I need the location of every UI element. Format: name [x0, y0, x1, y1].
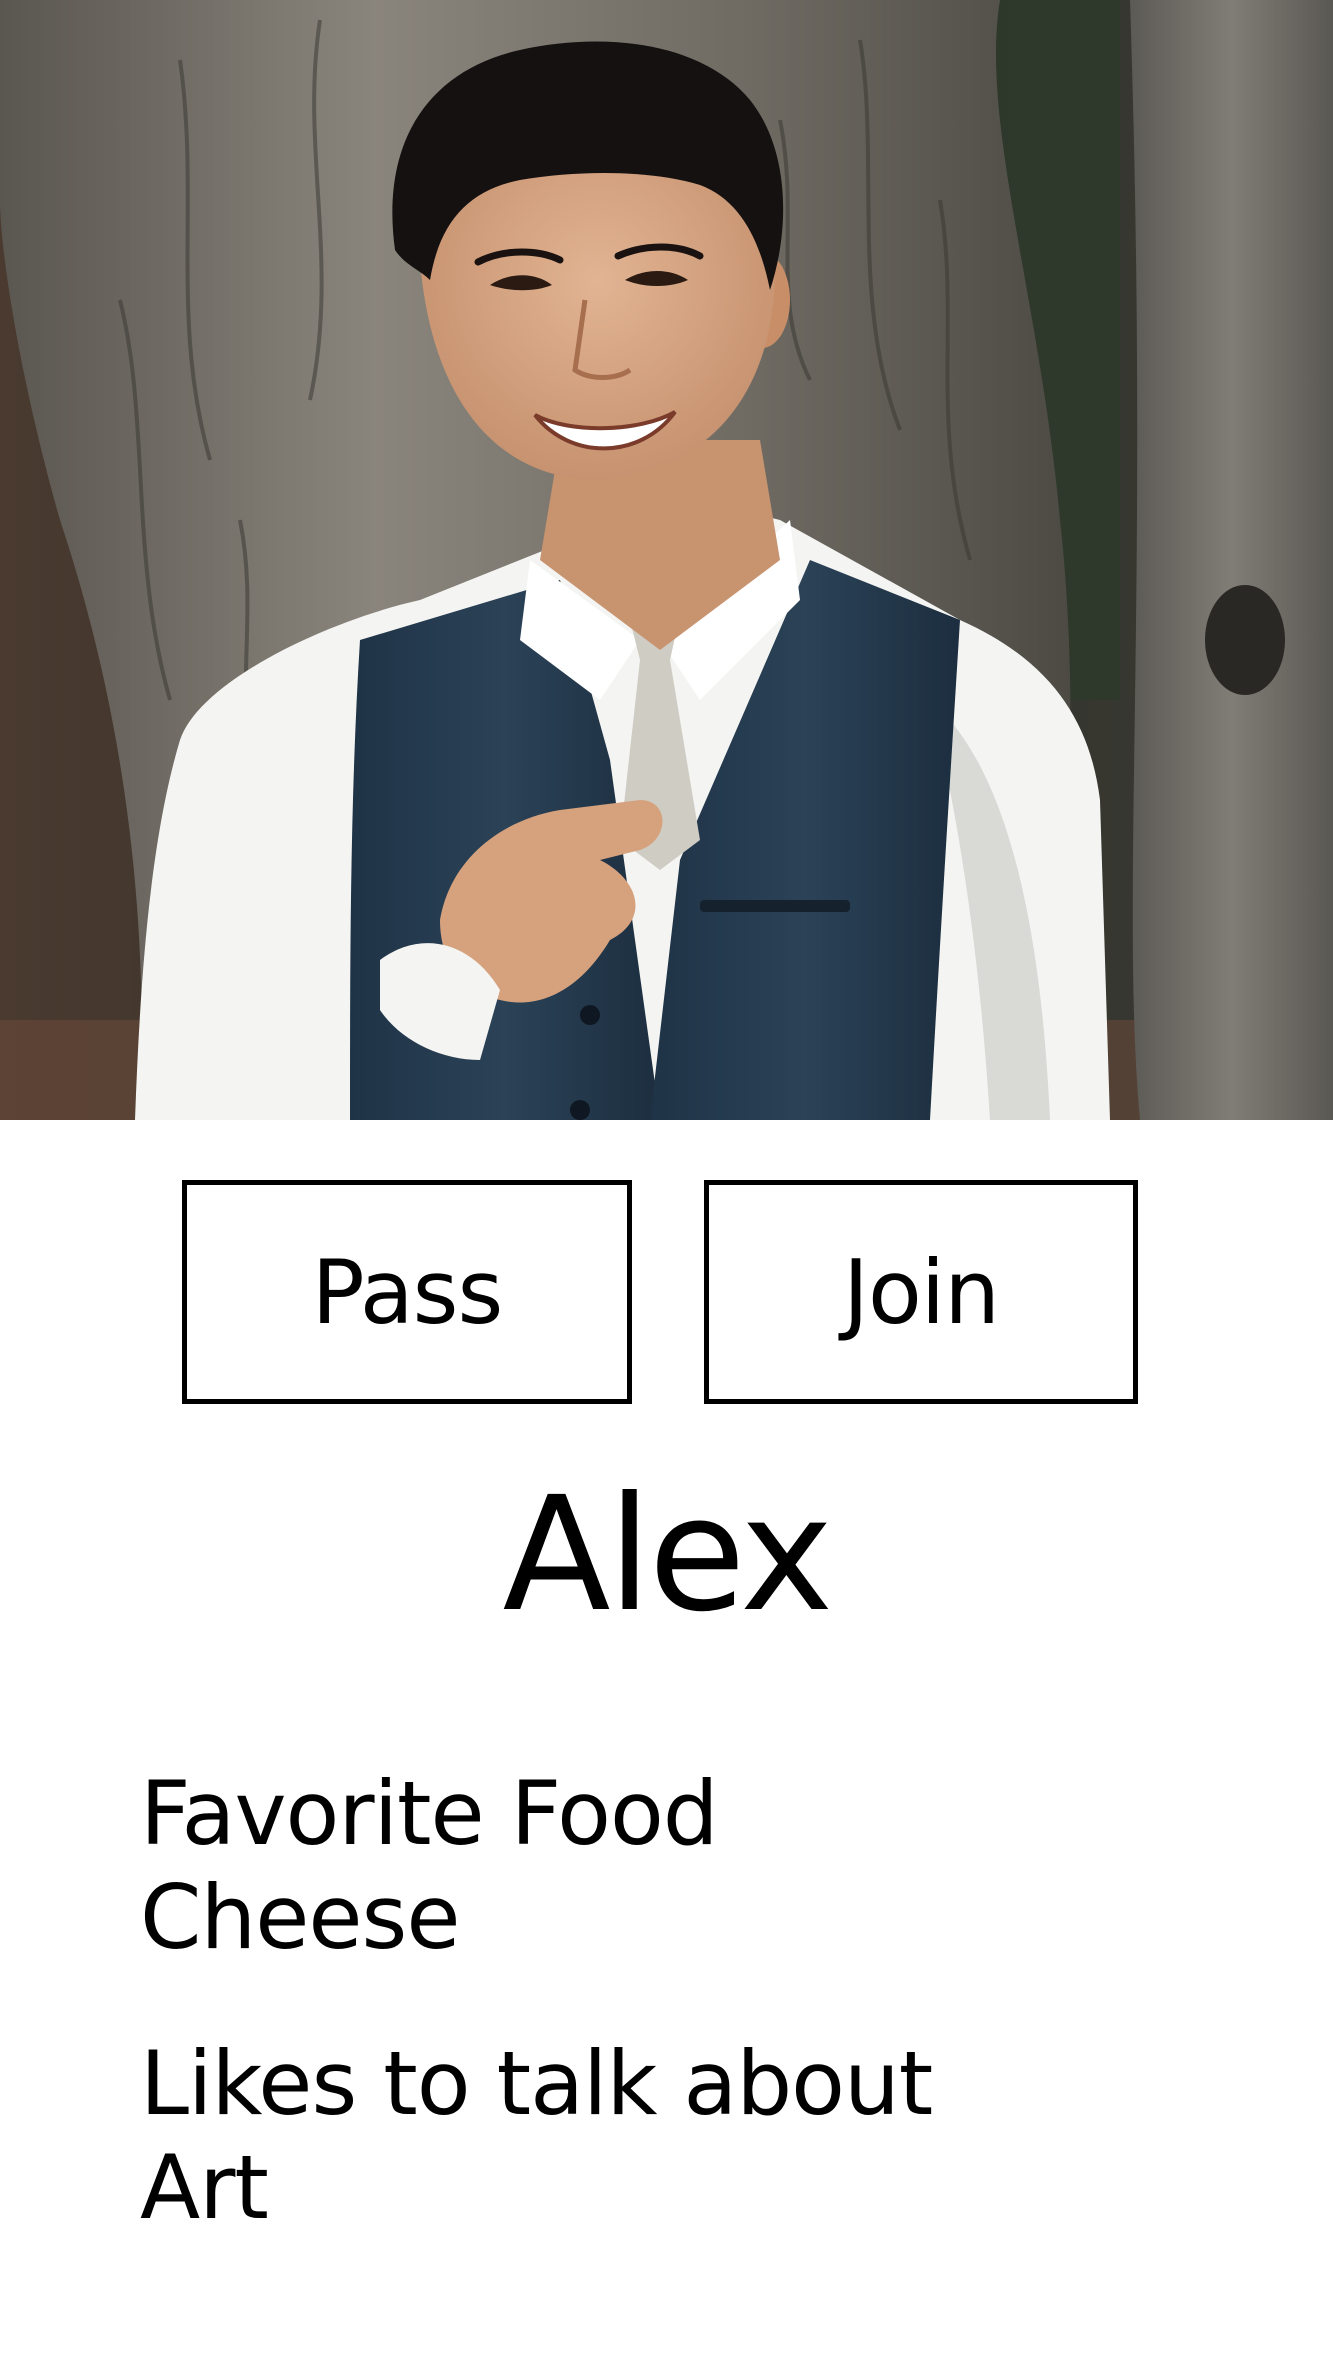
detail-favorite-food: Favorite Food Cheese: [140, 1762, 1240, 1970]
detail-value: Cheese: [140, 1866, 461, 1969]
profile-photo: [0, 0, 1333, 1120]
detail-label: Likes to talk about: [140, 2032, 933, 2135]
pass-button-label: Pass: [311, 1240, 504, 1344]
join-button-label: Join: [842, 1240, 1000, 1344]
detail-likes-to-talk-about: Likes to talk about Art: [140, 2032, 1240, 2240]
detail-value: Art: [140, 2136, 269, 2239]
detail-label: Favorite Food: [140, 1762, 719, 1865]
join-button[interactable]: Join: [704, 1180, 1138, 1404]
pass-button[interactable]: Pass: [182, 1180, 632, 1404]
profile-name: Alex: [502, 1463, 834, 1647]
